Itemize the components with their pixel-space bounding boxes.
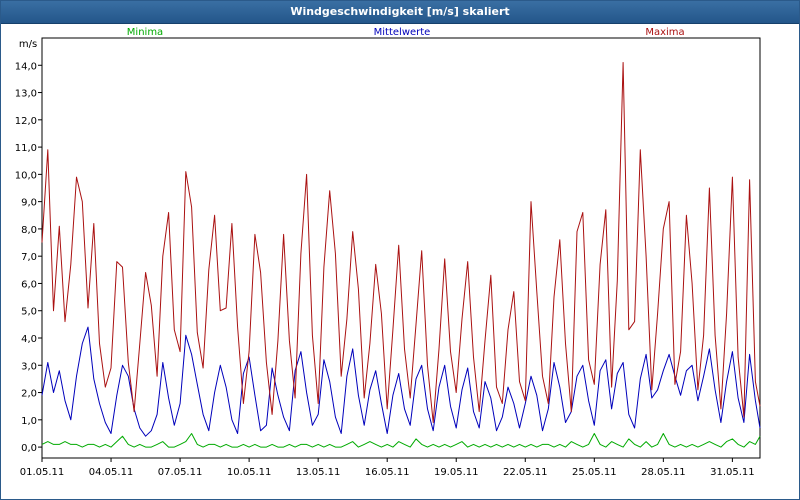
y-axis-label: m/s [19, 39, 37, 50]
y-tick-label: 4,0 [21, 334, 37, 345]
y-tick-label: 3,0 [21, 361, 37, 372]
y-tick-label: 14,0 [15, 61, 37, 72]
x-tick-label: 25.05.11 [572, 467, 617, 478]
y-tick-label: 6,0 [21, 279, 37, 290]
y-tick-label: 11,0 [15, 143, 37, 154]
x-tick-label: 13.05.11 [296, 467, 341, 478]
x-tick-label: 10.05.11 [227, 467, 272, 478]
y-tick-label: 0,0 [21, 443, 37, 454]
y-tick-label: 13,0 [15, 89, 37, 100]
y-tick-label: 2,0 [21, 389, 37, 400]
legend-item-maxima: Maxima [645, 27, 684, 38]
y-tick-label: 5,0 [21, 307, 37, 318]
y-tick-label: 8,0 [21, 225, 37, 236]
x-tick-label: 31.05.11 [710, 467, 755, 478]
legend-item-mittelwerte: Mittelwerte [374, 27, 431, 38]
y-tick-label: 7,0 [21, 252, 37, 263]
plot-area [41, 37, 761, 459]
x-tick-label: 19.05.11 [434, 467, 479, 478]
x-tick-label: 01.05.11 [20, 467, 65, 478]
y-tick-label: 12,0 [15, 116, 37, 127]
y-tick-label: 10,0 [15, 170, 37, 181]
x-tick-label: 07.05.11 [158, 467, 203, 478]
y-tick-label: 9,0 [21, 198, 37, 209]
legend: Minima Mittelwerte Maxima [127, 27, 685, 38]
y-tick-label: 1,0 [21, 416, 37, 427]
y-tick-labels: 0,0 1,0 2,0 3,0 4,0 5,0 6,0 7,0 8,0 9,0 10,0 11,0 12… [15, 61, 37, 454]
x-tick-label: 16.05.11 [365, 467, 410, 478]
x-tick-label: 04.05.11 [89, 467, 134, 478]
x-tick-labels: 01.05.11 04.05.11 07.05.11 10.05.11 13.05.11… [20, 467, 755, 478]
wind-speed-chart: 0,0 1,0 2,0 3,0 4,0 5,0 6,0 7,0 8,0 9,0 10,0 11,0 12… [15, 27, 761, 478]
legend-item-minima: Minima [127, 27, 163, 38]
x-tick-label: 22.05.11 [503, 467, 548, 478]
x-tick-label: 28.05.11 [641, 467, 686, 478]
